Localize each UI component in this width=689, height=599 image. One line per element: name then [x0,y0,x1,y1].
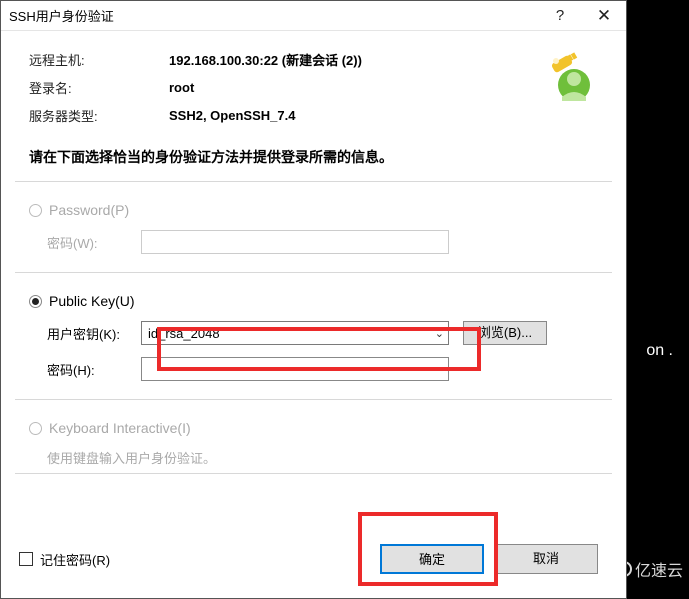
separator [15,181,612,182]
user-key-value: id_rsa_2048 [148,326,435,341]
titlebar: SSH用户身份验证 ? ✕ [1,1,626,31]
separator [15,272,612,273]
remember-password-checkbox[interactable] [19,552,33,566]
password-method: Password(P) 密码(W): [1,192,626,272]
keyboard-radio [29,422,42,435]
separator [15,399,612,400]
ok-button[interactable]: 确定 [380,544,484,574]
remote-host-value: 192.168.100.30:22 (新建会话 (2)) [169,50,362,69]
publickey-radio-label: Public Key(U) [49,293,135,309]
password-field-label: 密码(W): [47,233,141,252]
keyboard-method: Keyboard Interactive(I) 使用键盘输入用户身份验证。 [1,410,626,473]
instruction-text: 请在下面选择恰当的身份验证方法并提供登录所需的信息。 [1,147,626,181]
server-type-value: SSH2, OpenSSH_7.4 [169,108,295,123]
key-password-label: 密码(H): [47,360,141,379]
key-password-input[interactable] [141,357,449,381]
ssh-auth-dialog: SSH用户身份验证 ? ✕ 远程主机: 192.168.100.30:22 (新… [0,0,627,599]
help-button[interactable]: ? [538,1,582,31]
dialog-title: SSH用户身份验证 [9,6,538,25]
publickey-radio[interactable] [29,295,42,308]
browse-button[interactable]: 浏览(B)... [463,321,547,345]
user-key-select[interactable]: id_rsa_2048 ⌄ [141,321,449,345]
login-value: root [169,80,194,95]
cancel-button[interactable]: 取消 [494,544,598,574]
remember-password-label: 记住密码(R) [40,550,110,569]
keyboard-hint: 使用键盘输入用户身份验证。 [47,448,598,467]
user-key-label: 用户密钥(K): [47,324,141,343]
connection-info: 远程主机: 192.168.100.30:22 (新建会话 (2)) 登录名: … [1,31,626,147]
password-input [141,230,449,254]
server-type-label: 服务器类型: [29,106,169,125]
user-key-icon [542,49,598,105]
password-radio [29,204,42,217]
keyboard-radio-label: Keyboard Interactive(I) [49,420,191,436]
remote-host-label: 远程主机: [29,50,169,69]
password-radio-label: Password(P) [49,202,129,218]
separator [15,473,612,474]
login-label: 登录名: [29,78,169,97]
close-button[interactable]: ✕ [582,1,626,31]
watermark-text: 亿速云 [635,557,683,581]
publickey-method: Public Key(U) 用户密钥(K): id_rsa_2048 ⌄ 浏览(… [1,283,626,399]
bottom-bar: 记住密码(R) 确定 取消 [1,534,626,598]
background-text-fragment: on . [646,342,673,360]
chevron-down-icon: ⌄ [435,327,444,340]
